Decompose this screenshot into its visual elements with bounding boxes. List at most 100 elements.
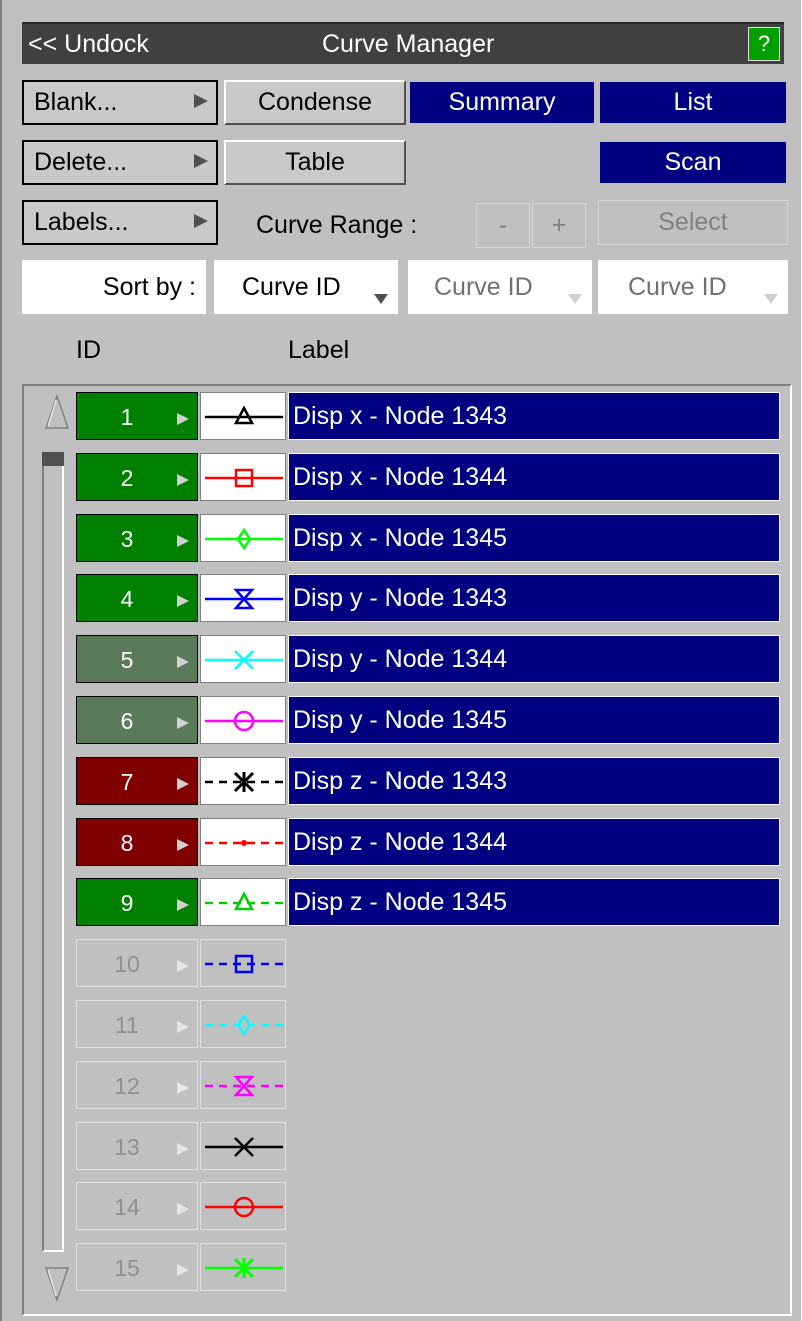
curve-style-swatch[interactable]: [200, 453, 286, 501]
undock-button[interactable]: << Undock: [28, 30, 149, 59]
curve-menu-arrow-icon: [177, 778, 189, 790]
scrollbar-thumb[interactable]: [42, 452, 64, 466]
line-style-dot-icon: [205, 840, 283, 846]
curve-style-swatch[interactable]: [200, 1000, 286, 1048]
curve-id-button[interactable]: 8: [76, 818, 198, 866]
curve-menu-arrow-icon: [177, 1143, 189, 1155]
curve-id-button[interactable]: 12: [76, 1061, 198, 1109]
curve-menu-arrow-icon: [177, 595, 189, 607]
curve-id-button[interactable]: 13: [76, 1122, 198, 1170]
range-minus-button[interactable]: -: [476, 203, 530, 248]
curve-style-swatch[interactable]: [200, 818, 286, 866]
curve-menu-arrow-icon: [177, 960, 189, 972]
curve-style-swatch[interactable]: [200, 1182, 286, 1230]
curve-manager-panel: << Undock Curve Manager ? Blank... Conde…: [0, 0, 802, 1321]
curve-label[interactable]: Disp y - Node 1345: [288, 696, 780, 744]
curve-style-swatch[interactable]: [200, 574, 286, 622]
curve-style-swatch[interactable]: [200, 757, 286, 805]
scrollbar-track[interactable]: [42, 452, 64, 1252]
curve-menu-arrow-icon: [177, 1264, 189, 1276]
curve-style-swatch[interactable]: [200, 939, 286, 987]
condense-button[interactable]: Condense: [224, 80, 406, 125]
curve-id-button[interactable]: 2: [76, 453, 198, 501]
curve-style-swatch[interactable]: [200, 514, 286, 562]
curve-id-number: 6: [120, 708, 134, 734]
curve-id-number: 1: [120, 404, 134, 430]
curve-id-button[interactable]: 6: [76, 696, 198, 744]
curve-id-button[interactable]: 14: [76, 1182, 198, 1230]
curve-id-number: 8: [120, 830, 134, 856]
curve-label[interactable]: Disp z - Node 1343: [288, 757, 780, 805]
curve-id-number: 5: [120, 647, 134, 673]
line-style-hourglass-icon: [205, 588, 283, 610]
curve-id-number: 3: [120, 526, 134, 552]
line-style-circle-icon: [205, 710, 283, 732]
line-style-x-icon: [205, 650, 283, 670]
scroll-up-arrow-icon[interactable]: [42, 392, 72, 434]
blank-menu-button[interactable]: Blank...: [22, 80, 218, 125]
curve-menu-arrow-icon: [177, 1203, 189, 1215]
curve-id-number: 13: [114, 1134, 140, 1160]
curve-id-button[interactable]: 11: [76, 1000, 198, 1048]
curve-id-number: 15: [114, 1255, 140, 1281]
curve-label[interactable]: Disp x - Node 1344: [288, 453, 780, 501]
table-button[interactable]: Table: [224, 140, 406, 185]
select-button[interactable]: Select: [598, 200, 788, 245]
submenu-arrow-icon: [194, 94, 208, 108]
sort-key-3-dropdown[interactable]: Curve ID: [598, 260, 788, 314]
submenu-arrow-icon: [194, 154, 208, 168]
curve-menu-arrow-icon: [177, 717, 189, 729]
curve-label[interactable]: Disp z - Node 1344: [288, 818, 780, 866]
labels-menu-button[interactable]: Labels...: [22, 200, 218, 245]
curve-id-button[interactable]: 5: [76, 635, 198, 683]
curve-style-swatch[interactable]: [200, 635, 286, 683]
delete-menu-button[interactable]: Delete...: [22, 140, 218, 185]
list-button[interactable]: List: [598, 80, 788, 125]
id-column-header: ID: [76, 336, 101, 364]
line-style-x-icon: [205, 1137, 283, 1157]
curve-menu-arrow-icon: [177, 535, 189, 547]
curve-style-swatch[interactable]: [200, 1243, 286, 1291]
curve-menu-arrow-icon: [177, 413, 189, 425]
curve-style-swatch[interactable]: [200, 392, 286, 440]
curve-id-button[interactable]: 4: [76, 574, 198, 622]
line-style-triangle-icon: [205, 891, 283, 911]
delete-menu-label: Delete...: [34, 148, 128, 176]
curve-label[interactable]: Disp z - Node 1345: [288, 878, 780, 926]
label-column-header: Label: [288, 336, 350, 364]
sort-by-text: Sort by :: [102, 272, 196, 301]
curve-id-number: 4: [120, 586, 134, 612]
help-button[interactable]: ?: [748, 27, 780, 61]
sort-key-2-value: Curve ID: [434, 272, 533, 301]
curve-id-button[interactable]: 1: [76, 392, 198, 440]
curve-style-swatch[interactable]: [200, 878, 286, 926]
sort-key-1-dropdown[interactable]: Curve ID: [214, 260, 398, 314]
curve-id-number: 10: [114, 951, 140, 977]
curve-id-number: 9: [120, 890, 134, 916]
curve-label[interactable]: Disp y - Node 1343: [288, 574, 780, 622]
summary-button[interactable]: Summary: [408, 80, 596, 125]
line-style-star-icon: [205, 771, 283, 793]
curve-id-number: 11: [115, 1012, 139, 1038]
curve-menu-arrow-icon: [177, 899, 189, 911]
curve-id-button[interactable]: 15: [76, 1243, 198, 1291]
curve-menu-arrow-icon: [177, 1082, 189, 1094]
curve-style-swatch[interactable]: [200, 696, 286, 744]
curve-id-button[interactable]: 9: [76, 878, 198, 926]
curve-label[interactable]: Disp y - Node 1344: [288, 635, 780, 683]
line-style-square-icon: [205, 954, 283, 974]
sort-key-2-dropdown[interactable]: Curve ID: [408, 260, 592, 314]
scan-button[interactable]: Scan: [598, 140, 788, 185]
curve-label[interactable]: Disp x - Node 1345: [288, 514, 780, 562]
range-plus-button[interactable]: +: [532, 203, 586, 248]
curve-label[interactable]: Disp x - Node 1343: [288, 392, 780, 440]
line-style-square-icon: [205, 468, 283, 488]
curve-style-swatch[interactable]: [200, 1061, 286, 1109]
curve-style-swatch[interactable]: [200, 1122, 286, 1170]
curve-id-button[interactable]: 10: [76, 939, 198, 987]
scroll-down-arrow-icon[interactable]: [42, 1262, 72, 1304]
sort-key-1-value: Curve ID: [242, 272, 341, 301]
curve-id-button[interactable]: 3: [76, 514, 198, 562]
blank-menu-label: Blank...: [34, 88, 118, 116]
curve-id-button[interactable]: 7: [76, 757, 198, 805]
